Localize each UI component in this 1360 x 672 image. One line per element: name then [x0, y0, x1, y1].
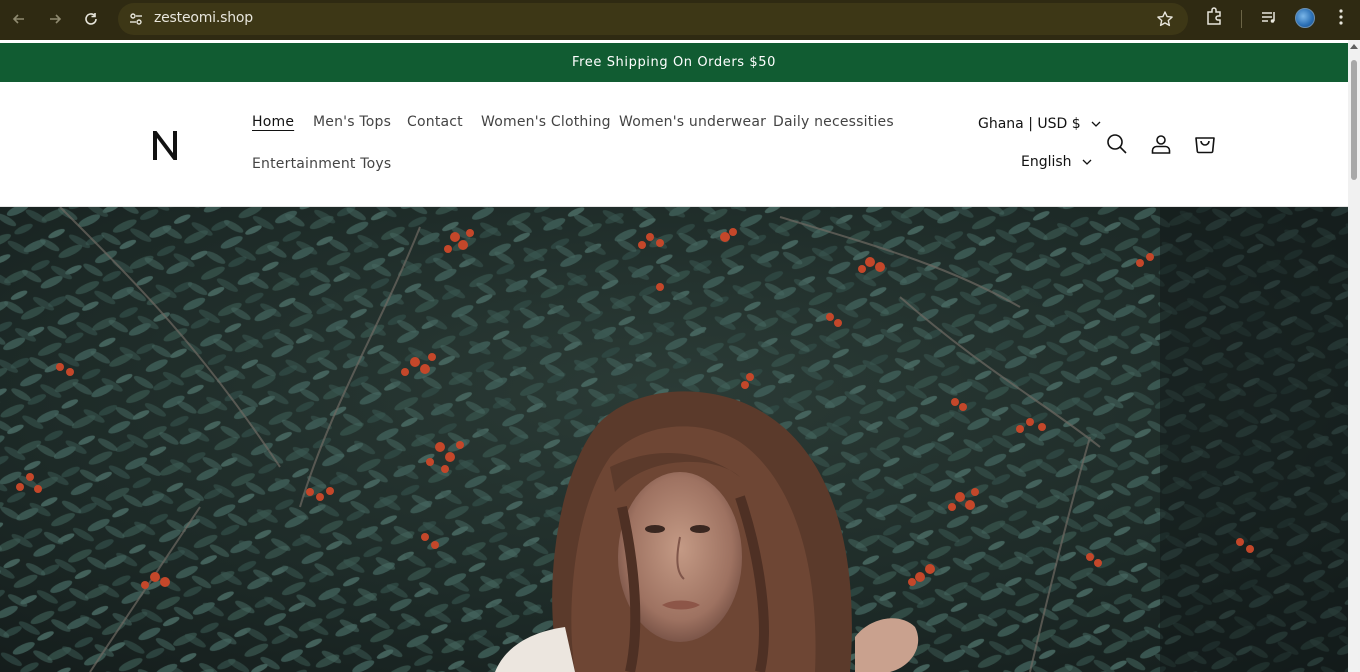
nav-link-womens-underwear[interactable]: Women's underwear: [619, 114, 766, 130]
site-header: Home Men's Tops Contact Women's Clothing…: [0, 82, 1348, 207]
address-bar[interactable]: zesteomi.shop: [118, 3, 1188, 35]
arrow-left-icon: [12, 14, 24, 24]
avatar[interactable]: [1295, 8, 1315, 28]
chevron-down-icon: [1082, 159, 1092, 165]
cart-icon[interactable]: [1193, 132, 1217, 156]
scrollbar-thumb[interactable]: [1351, 60, 1357, 180]
forward-button[interactable]: [41, 5, 69, 33]
scroll-up-arrow[interactable]: [1350, 44, 1358, 49]
language-selector[interactable]: English: [1021, 154, 1092, 170]
browser-toolbar: zesteomi.shop: [0, 0, 1360, 40]
nav-link-entertainment-toys[interactable]: Entertainment Toys: [252, 156, 391, 172]
nav-link-home[interactable]: Home: [252, 114, 294, 130]
puzzle-icon: [1207, 7, 1221, 25]
hero-banner: [0, 207, 1348, 672]
country-currency-selector[interactable]: Ghana | USD $: [978, 116, 1101, 132]
kebab-menu-icon: [1339, 9, 1343, 25]
back-button[interactable]: [5, 5, 33, 33]
search-icon[interactable]: [1105, 132, 1129, 156]
site-info-button[interactable]: [124, 7, 148, 31]
reload-icon: [85, 13, 97, 25]
nav-link-contact[interactable]: Contact: [407, 114, 463, 130]
star-icon: [1157, 11, 1173, 27]
announcement-bar: Free Shipping On Orders $50: [0, 43, 1348, 82]
browser-menu-button[interactable]: [1333, 6, 1349, 33]
nav-link-mens-tops[interactable]: Men's Tops: [313, 114, 391, 130]
announcement-text: Free Shipping On Orders $50: [571, 55, 777, 70]
nav-link-daily-necessities[interactable]: Daily necessities: [773, 114, 894, 130]
user-icon[interactable]: [1149, 132, 1173, 156]
reload-button[interactable]: [77, 5, 105, 33]
page-viewport: Free Shipping On Orders $50 Home Men's T…: [0, 40, 1360, 672]
bookmark-button[interactable]: [1156, 10, 1174, 33]
page-scrollbar[interactable]: [1348, 40, 1360, 672]
toolbar-divider: [1241, 10, 1242, 28]
url-text[interactable]: zesteomi.shop: [154, 10, 253, 26]
tune-icon: [130, 13, 142, 25]
language-label: English: [1021, 154, 1072, 170]
nav-link-womens-clothing[interactable]: Women's Clothing: [481, 114, 611, 130]
store-logo[interactable]: [150, 128, 180, 162]
media-button[interactable]: [1259, 6, 1279, 33]
chevron-down-icon: [1091, 121, 1101, 127]
extensions-button[interactable]: [1205, 6, 1225, 33]
media-control-icon: [1262, 12, 1275, 23]
hero-image: [0, 207, 1348, 672]
country-currency-label: Ghana | USD $: [978, 116, 1081, 132]
arrow-right-icon: [50, 14, 62, 24]
